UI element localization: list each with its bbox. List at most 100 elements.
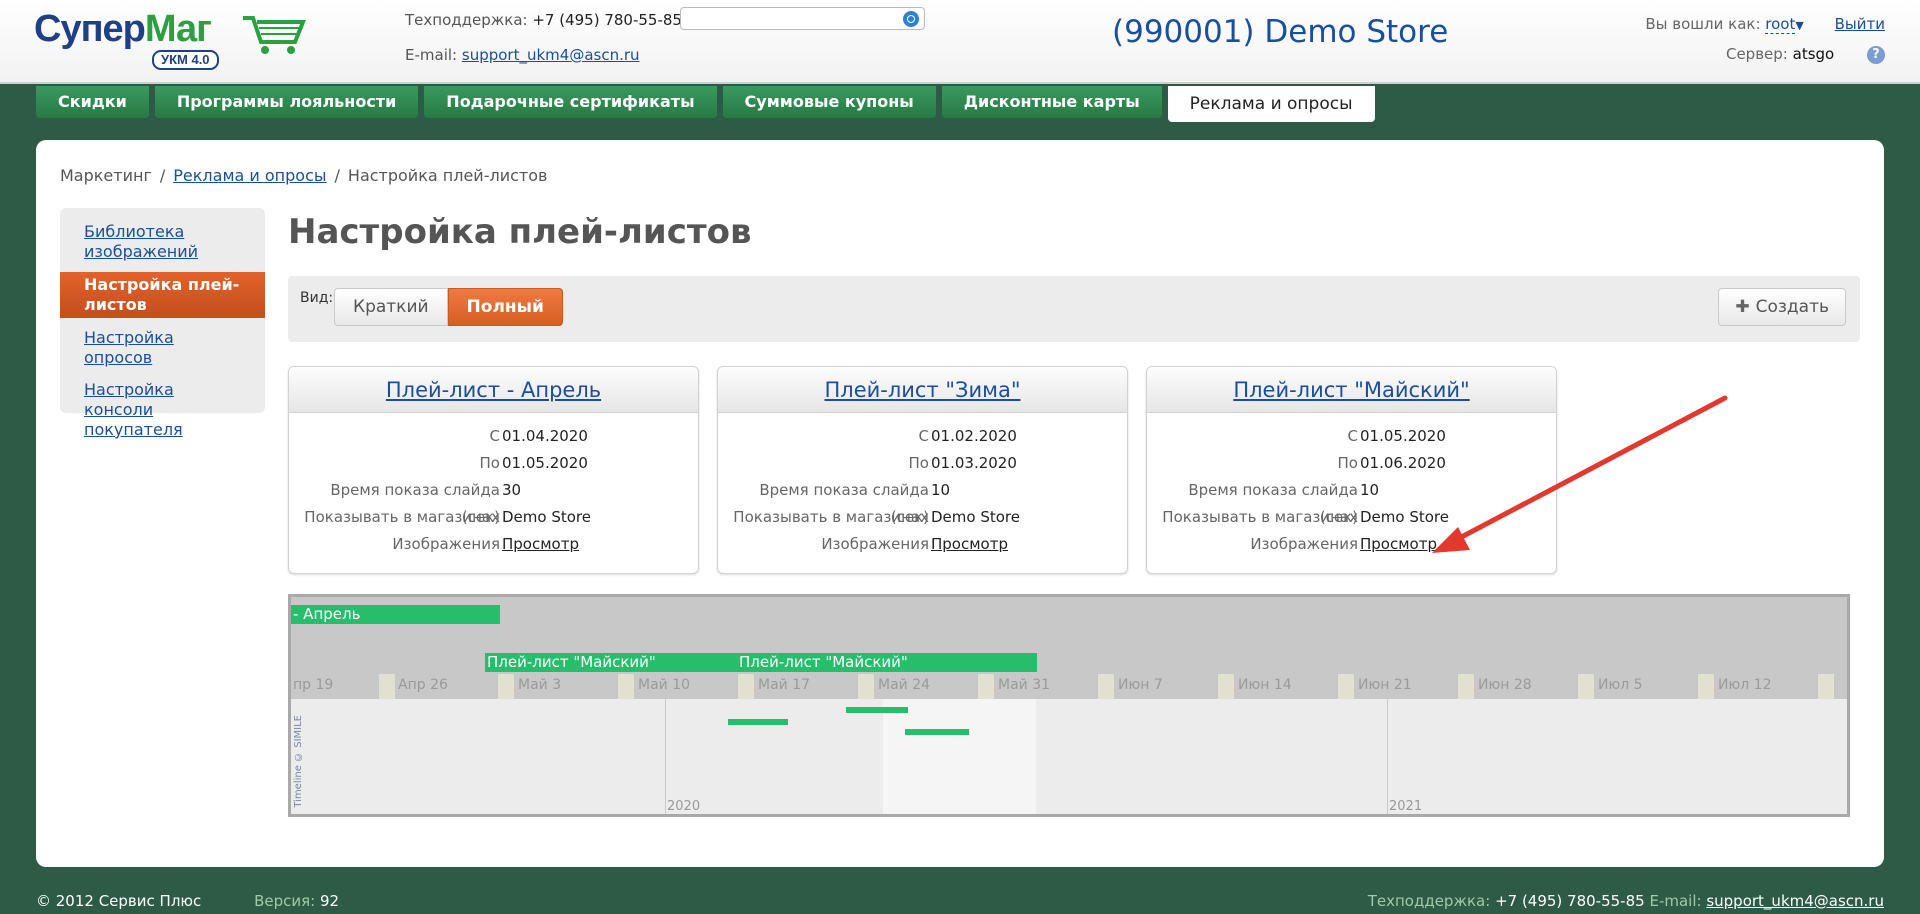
breadcrumb: Маркетинг / Реклама и опросы / Настройка пле… — [60, 166, 547, 185]
playlist-cards: Плей-лист - Апрель С 01.04.2020 По 01.05.2… — [288, 366, 1557, 574]
view-images-link[interactable]: Просмотр — [1358, 531, 1437, 558]
tab-discounts[interactable]: Скидки — [36, 86, 149, 118]
user-menu-link[interactable]: root — [1765, 15, 1796, 34]
field-label: С — [489, 427, 500, 445]
version-label: Версия: — [254, 892, 316, 910]
breadcrumb-parent-link[interactable]: Реклама и опросы — [173, 166, 326, 185]
playlist-title-link[interactable]: Плей-лист - Апрель — [386, 378, 601, 402]
timeline-weekend-marker — [498, 674, 514, 699]
footer-copyright: © 2012 Сервис Плюс — [36, 892, 202, 910]
logo-badge: УКМ 4.0 — [152, 50, 219, 70]
timeline-overview-bar — [846, 707, 908, 713]
field-label: Время показа слайда (сек) — [330, 481, 500, 526]
view-images-link[interactable]: Просмотр — [929, 531, 1008, 558]
field-row: Изображения Просмотр — [1147, 531, 1556, 558]
field-row: С 01.05.2020 — [1147, 423, 1556, 450]
timeline-week-label: Июл 5 — [1598, 677, 1643, 693]
timeline-week-label: Май 3 — [518, 677, 562, 693]
timeline-copyright: Timeline © SIMILE — [293, 715, 304, 808]
field-label: С — [1347, 427, 1358, 445]
breadcrumb-separator: / — [159, 166, 166, 185]
header: СуперМаг УКМ 4.0 Техподдержка: +7 (495) … — [0, 0, 1920, 84]
footer: © 2012 Сервис Плюс Версия: 92 Техподдерж… — [0, 892, 1920, 914]
timeline-week-label: Июл 12 — [1718, 677, 1772, 693]
field-value: Demo Store — [1360, 508, 1449, 526]
playlist-timeline[interactable]: - Апрель Плей-лист "Майский" Плей-лист "… — [288, 594, 1850, 817]
field-label: Изображения — [1250, 535, 1358, 553]
field-label: Время показа слайда (сек) — [1188, 481, 1358, 526]
timeline-overview-bar — [905, 729, 969, 735]
playlist-card: Плей-лист "Майский" С 01.05.2020 По 01.06.… — [1146, 366, 1557, 574]
field-row: Показывать в магазинах Demo Store — [289, 504, 698, 531]
logo[interactable]: СуперМаг УКМ 4.0 — [34, 8, 306, 70]
timeline-year-label: 2020 — [667, 799, 701, 814]
user-row: Вы вошли как: root▼ Выйти — [1645, 14, 1885, 36]
card-header: Плей-лист "Майский" — [1147, 367, 1556, 413]
tab-discount-cards[interactable]: Дисконтные карты — [941, 86, 1162, 118]
support-phone-row: Техподдержка: +7 (495) 780-55-85 — [405, 10, 682, 31]
support-phone: +7 (495) 780-55-85 — [532, 11, 682, 29]
timeline-week-label: Май 10 — [638, 677, 691, 693]
timeline-weekend-marker — [858, 674, 874, 699]
timeline-event-april[interactable]: - Апрель — [291, 605, 500, 624]
timeline-week-label: пр 19 — [293, 677, 334, 693]
logout-link[interactable]: Выйти — [1835, 15, 1885, 33]
field-value: 10 — [931, 481, 951, 499]
user-info: Вы вошли как: root▼ Выйти Сервер: atsgo … — [1645, 14, 1885, 65]
timeline-week-label: Июн 28 — [1478, 677, 1532, 693]
field-value: 01.03.2020 — [931, 454, 1017, 472]
footer-email-label: E-mail: — [1649, 892, 1702, 910]
search-input[interactable] — [680, 7, 925, 30]
tab-ads-surveys[interactable]: Реклама и опросы — [1167, 86, 1375, 122]
email-label: E-mail: — [405, 46, 458, 64]
timeline-week-label: Май 17 — [758, 677, 811, 693]
server-value: atsgo — [1792, 45, 1835, 63]
footer-support-label: Техподдержка: — [1367, 892, 1491, 910]
sidebar: Библиотека изображений Настройка плей-ли… — [60, 208, 265, 439]
timeline-year-label: 2021 — [1389, 799, 1423, 814]
field-row: Время показа слайда (сек) 10 — [1147, 477, 1556, 526]
chevron-down-icon[interactable]: ▼ — [1795, 19, 1803, 32]
support-block: Техподдержка: +7 (495) 780-55-85 E-mail:… — [405, 10, 682, 66]
footer-left: © 2012 Сервис Плюс Версия: 92 — [36, 892, 339, 910]
support-email-link[interactable]: support_ukm4@ascn.ru — [462, 46, 640, 64]
playlist-title-link[interactable]: Плей-лист "Зима" — [824, 378, 1020, 402]
view-brief-button[interactable]: Краткий — [334, 288, 448, 326]
card-header: Плей-лист - Апрель — [289, 367, 698, 413]
sidebar-item-image-library[interactable]: Библиотека изображений — [72, 220, 253, 264]
sidebar-item-label[interactable]: Настройка консоли покупателя — [84, 380, 183, 439]
help-icon[interactable]: ? — [1867, 45, 1885, 64]
tab-loyalty[interactable]: Программы лояльности — [154, 86, 419, 118]
field-row: По 01.05.2020 — [289, 450, 698, 477]
card-body: С 01.04.2020 По 01.05.2020 Время показа сл… — [289, 413, 698, 558]
field-label: С — [918, 427, 929, 445]
sidebar-item-surveys[interactable]: Настройка опросов — [72, 326, 253, 370]
field-label: Показывать в магазинах — [304, 508, 500, 526]
timeline-weekend-marker — [1578, 674, 1594, 699]
tab-gift-certificates[interactable]: Подарочные сертификаты — [424, 86, 717, 118]
timeline-weekend-marker — [738, 674, 754, 699]
footer-email-link[interactable]: support_ukm4@ascn.ru — [1706, 892, 1884, 910]
field-row: С 01.04.2020 — [289, 423, 698, 450]
timeline-event-may[interactable]: Плей-лист "Майский" — [485, 653, 737, 672]
field-row: Изображения Просмотр — [718, 531, 1127, 558]
playlist-title-link[interactable]: Плей-лист "Майский" — [1233, 378, 1469, 402]
timeline-week-label: Июн 21 — [1358, 677, 1412, 693]
sidebar-item-label[interactable]: Настройка опросов — [84, 328, 174, 367]
search-icon[interactable] — [903, 11, 919, 27]
view-images-link[interactable]: Просмотр — [500, 531, 579, 558]
logo-main: Супер — [34, 8, 146, 50]
tab-coupons[interactable]: Суммовые купоны — [722, 86, 936, 118]
field-value: Demo Store — [931, 508, 1020, 526]
sidebar-item-customer-console[interactable]: Настройка консоли покупателя — [72, 378, 253, 442]
footer-right: Техподдержка: +7 (495) 780-55-85 E-mail:… — [1368, 892, 1884, 910]
timeline-event-may[interactable]: Плей-лист "Майский" — [737, 653, 1037, 672]
create-button[interactable]: ✚ Создать — [1718, 288, 1846, 326]
view-full-button[interactable]: Полный — [447, 288, 563, 326]
timeline-year-line — [1387, 699, 1388, 814]
server-label: Сервер: — [1725, 45, 1788, 63]
sidebar-item-label[interactable]: Библиотека изображений — [84, 222, 198, 261]
card-body: С 01.05.2020 По 01.06.2020 Время показа сл… — [1147, 413, 1556, 558]
sidebar-item-playlists[interactable]: Настройка плей-листов — [60, 272, 265, 318]
field-value: 01.05.2020 — [502, 454, 588, 472]
